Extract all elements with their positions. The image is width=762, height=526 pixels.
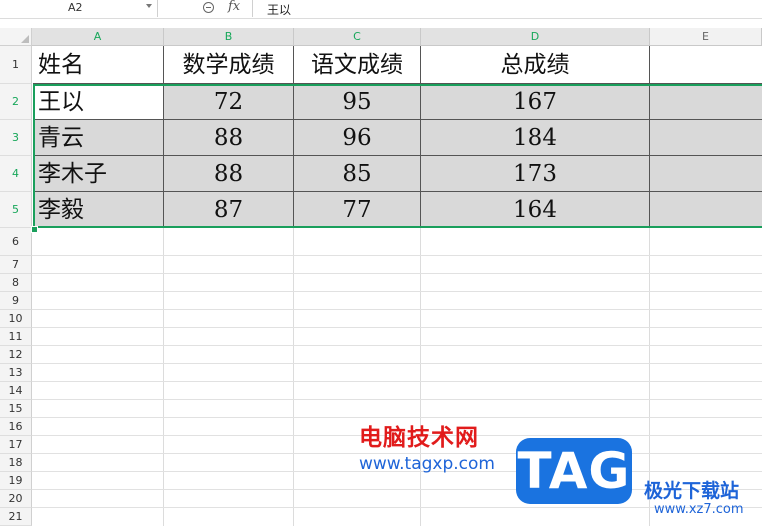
- grid-line: [32, 309, 762, 310]
- fx-icon[interactable]: fx: [228, 0, 240, 14]
- cell-B4[interactable]: 88: [164, 156, 294, 192]
- fill-handle[interactable]: [31, 226, 38, 233]
- cell-C2[interactable]: 95: [294, 84, 421, 120]
- row-header-12[interactable]: 12: [0, 346, 32, 364]
- watermark-title: 电脑技术网: [359, 425, 479, 451]
- grid-line: [32, 507, 762, 508]
- row-header-1[interactable]: 1: [0, 46, 32, 84]
- cell-C3[interactable]: 96: [294, 120, 421, 156]
- zoom-icon[interactable]: [203, 2, 214, 13]
- cell-E1[interactable]: [650, 46, 762, 84]
- grid-line: [32, 273, 762, 274]
- row-header-7[interactable]: 7: [0, 256, 32, 274]
- cell-A4[interactable]: 李木子: [33, 156, 164, 192]
- cell-D1[interactable]: 总成绩: [421, 46, 650, 84]
- row-header-19[interactable]: 19: [0, 472, 32, 490]
- cell-E3[interactable]: [650, 120, 762, 156]
- row-header-20[interactable]: 20: [0, 490, 32, 508]
- grid-line: [32, 255, 762, 256]
- grid-line: [32, 363, 762, 364]
- row-header-6[interactable]: 6: [0, 228, 32, 256]
- row-header-5[interactable]: 5: [0, 192, 32, 228]
- cell-D5[interactable]: 164: [421, 192, 650, 228]
- row-header-15[interactable]: 15: [0, 400, 32, 418]
- cell-C5[interactable]: 77: [294, 192, 421, 228]
- row-header-8[interactable]: 8: [0, 274, 32, 292]
- cell-E5[interactable]: [650, 192, 762, 228]
- row-header-10[interactable]: 10: [0, 310, 32, 328]
- select-all-corner[interactable]: [0, 28, 32, 46]
- chevron-down-icon[interactable]: [146, 4, 152, 8]
- cell-D2[interactable]: 167: [421, 84, 650, 120]
- col-header-A[interactable]: A: [32, 28, 164, 46]
- row-header-11[interactable]: 11: [0, 328, 32, 346]
- cell-E2[interactable]: [650, 84, 762, 120]
- col-header-B[interactable]: B: [164, 28, 294, 46]
- cell-C1[interactable]: 语文成绩: [294, 46, 421, 84]
- grid-line: [32, 381, 762, 382]
- cell-A5[interactable]: 李毅: [33, 192, 164, 228]
- cell-A2[interactable]: 王以: [33, 84, 164, 120]
- row-header-9[interactable]: 9: [0, 292, 32, 310]
- col-header-E[interactable]: E: [650, 28, 762, 46]
- cell-E4[interactable]: [650, 156, 762, 192]
- name-box[interactable]: A2: [0, 0, 158, 17]
- grid-line: [32, 291, 762, 292]
- row-header-17[interactable]: 17: [0, 436, 32, 454]
- cell-B1[interactable]: 数学成绩: [164, 46, 294, 84]
- cell-D3[interactable]: 184: [421, 120, 650, 156]
- formula-text: 王以: [267, 3, 292, 17]
- formula-input[interactable]: 王以: [252, 0, 762, 17]
- name-box-value: A2: [68, 1, 83, 14]
- row-header-4[interactable]: 4: [0, 156, 32, 192]
- row-header-13[interactable]: 13: [0, 364, 32, 382]
- grid-line: [32, 399, 762, 400]
- watermark-brand: 极光下载站: [644, 480, 740, 502]
- row-header-2[interactable]: 2: [0, 84, 32, 120]
- row-header-14[interactable]: 14: [0, 382, 32, 400]
- watermark-brand-url: www.xz7.com: [654, 502, 744, 517]
- cell-C4[interactable]: 85: [294, 156, 421, 192]
- row-header-16[interactable]: 16: [0, 418, 32, 436]
- col-header-C[interactable]: C: [294, 28, 421, 46]
- grid-line: [32, 327, 762, 328]
- row-header-3[interactable]: 3: [0, 120, 32, 156]
- watermark-tag-logo: TAG: [516, 438, 632, 504]
- cell-B3[interactable]: 88: [164, 120, 294, 156]
- cell-B5[interactable]: 87: [164, 192, 294, 228]
- grid-line: [32, 345, 762, 346]
- formula-bar: A2 fx 王以: [0, 0, 762, 19]
- cell-B2[interactable]: 72: [164, 84, 294, 120]
- watermark-url: www.tagxp.com: [359, 454, 495, 474]
- row-header-18[interactable]: 18: [0, 454, 32, 472]
- cell-A3[interactable]: 青云: [33, 120, 164, 156]
- cell-D4[interactable]: 173: [421, 156, 650, 192]
- row-header-21[interactable]: 21: [0, 508, 32, 526]
- cell-A1[interactable]: 姓名: [33, 46, 164, 84]
- col-header-D[interactable]: D: [421, 28, 650, 46]
